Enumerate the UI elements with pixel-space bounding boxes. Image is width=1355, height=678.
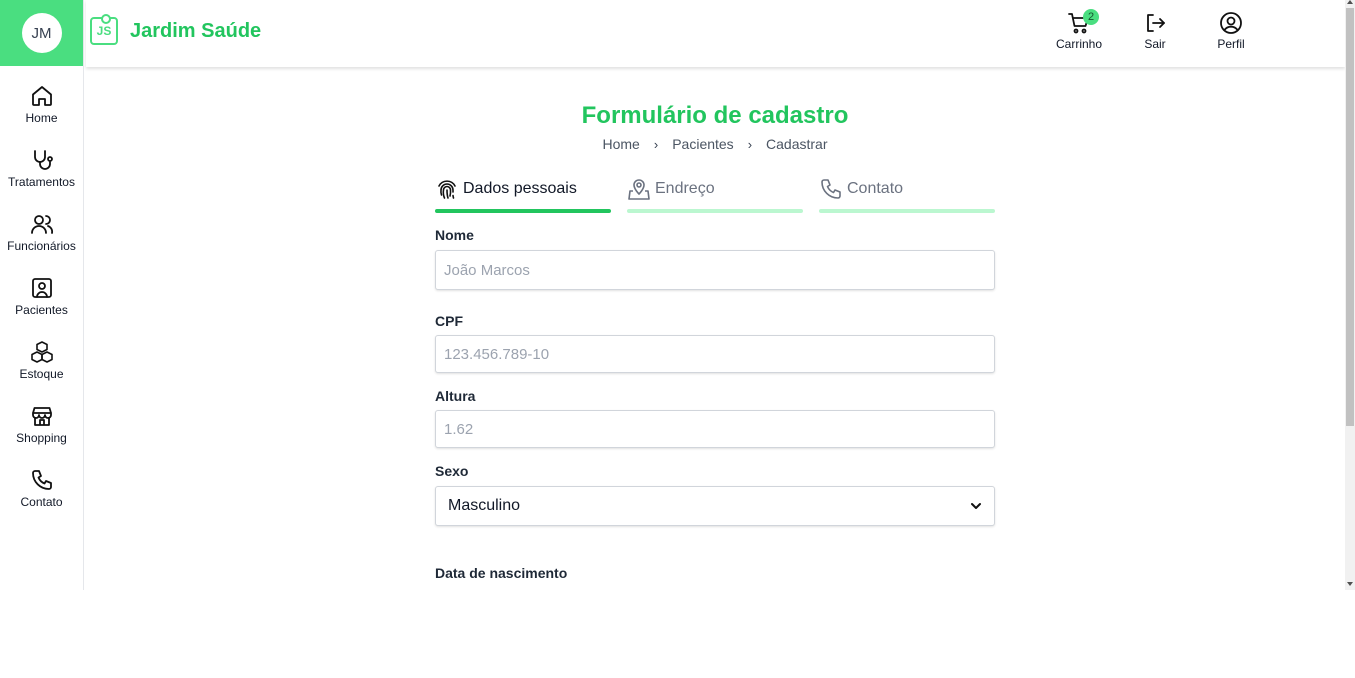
phone-icon xyxy=(821,179,841,199)
tab-label: Endreço xyxy=(655,180,715,197)
breadcrumb-pacientes[interactable]: Pacientes xyxy=(672,136,733,152)
sidebar-item-label: Shopping xyxy=(16,431,67,445)
cpf-input[interactable] xyxy=(435,335,995,373)
profile-label: Perfil xyxy=(1217,37,1245,51)
sidebar-item-home[interactable]: Home xyxy=(0,84,83,148)
chevron-down-icon xyxy=(971,503,981,509)
chevron-right-icon: › xyxy=(747,136,753,152)
patient-icon xyxy=(31,278,52,298)
nascimento-label: Data de nascimento xyxy=(435,565,568,581)
breadcrumb: Home › Pacientes › Cadastrar xyxy=(435,136,995,152)
user-circle-icon xyxy=(1220,12,1242,34)
brand-name: Jardim Saúde xyxy=(130,19,262,42)
sidebar-item-label: Funcionários xyxy=(7,239,76,253)
chevron-right-icon: › xyxy=(653,136,659,152)
stethoscope-icon xyxy=(33,150,53,170)
form-tabs: Dados pessoais Endreço Contato xyxy=(435,176,995,213)
tab-dados-pessoais[interactable]: Dados pessoais xyxy=(435,176,611,213)
breadcrumb-home[interactable]: Home xyxy=(603,136,640,152)
sidebar: JM Home Tratamentos Funcionários Pacient… xyxy=(0,0,84,590)
map-pin-icon xyxy=(628,179,650,200)
top-header: JS Jardim Saúde 2 Carrinho Sair Perfil xyxy=(86,0,1345,67)
sidebar-item-shopping[interactable]: Shopping xyxy=(0,404,83,468)
logout-icon xyxy=(1147,14,1165,32)
sidebar-item-label: Estoque xyxy=(19,367,64,381)
home-icon xyxy=(31,86,52,106)
cart-button[interactable]: 2 Carrinho xyxy=(1041,9,1117,51)
sexo-select[interactable]: Masculino xyxy=(435,486,995,526)
cart-count-badge: 2 xyxy=(1083,9,1099,25)
store-icon xyxy=(31,407,52,426)
tab-indicator xyxy=(819,209,995,213)
tab-label: Contato xyxy=(847,180,904,197)
cpf-label: CPF xyxy=(435,313,463,329)
sexo-label: Sexo xyxy=(435,463,469,479)
sidebar-nav: Home Tratamentos Funcionários Pacientes … xyxy=(0,84,83,532)
page-scrollbar[interactable] xyxy=(1345,0,1355,590)
breadcrumb-cadastrar: Cadastrar xyxy=(766,136,828,152)
tab-label: Dados pessoais xyxy=(463,180,577,197)
header-actions: 2 Carrinho Sair Perfil xyxy=(1041,9,1269,51)
cpf-group: CPF xyxy=(435,313,995,373)
sidebar-header: JM xyxy=(0,0,83,66)
altura-group: Altura xyxy=(435,388,995,448)
sidebar-item-label: Contato xyxy=(20,495,63,509)
cubes-icon xyxy=(30,341,53,363)
profile-button[interactable]: Perfil xyxy=(1193,11,1269,51)
app-root: JM Home Tratamentos Funcionários Pacient… xyxy=(0,0,1345,590)
sidebar-item-pacientes[interactable]: Pacientes xyxy=(0,276,83,340)
tab-endereco[interactable]: Endreço xyxy=(627,176,803,213)
nome-group: Nome xyxy=(435,227,995,290)
sexo-group: Sexo Masculino xyxy=(435,463,995,526)
sidebar-item-funcionarios[interactable]: Funcionários xyxy=(0,212,83,276)
sidebar-item-label: Tratamentos xyxy=(8,175,75,189)
avatar[interactable]: JM xyxy=(21,13,62,53)
altura-input[interactable] xyxy=(435,410,995,448)
scroll-thumb[interactable] xyxy=(1346,8,1354,426)
sidebar-item-label: Home xyxy=(25,111,58,125)
brand-logo: JS xyxy=(90,14,118,45)
altura-label: Altura xyxy=(435,388,476,404)
nascimento-group: Data de nascimento xyxy=(435,565,995,581)
tab-contato[interactable]: Contato xyxy=(819,176,995,213)
cart-label: Carrinho xyxy=(1055,37,1103,51)
sidebar-item-tratamentos[interactable]: Tratamentos xyxy=(0,148,83,212)
tab-indicator xyxy=(627,209,803,213)
sexo-selected-value: Masculino xyxy=(448,497,521,514)
sidebar-item-label: Pacientes xyxy=(15,303,68,317)
scroll-up-arrow-icon[interactable] xyxy=(1347,0,1353,4)
logout-label: Sair xyxy=(1144,37,1166,51)
nome-label: Nome xyxy=(435,227,474,243)
page-title: Formulário de cadastro xyxy=(581,102,849,129)
phone-icon xyxy=(31,470,52,490)
main-content: Formulário de cadastro Home › Pacientes … xyxy=(435,102,995,581)
brand[interactable]: JS Jardim Saúde xyxy=(90,14,262,45)
nome-input[interactable] xyxy=(435,250,995,290)
logout-button[interactable]: Sair xyxy=(1117,11,1193,51)
fingerprint-icon xyxy=(438,180,456,199)
scroll-down-arrow-icon[interactable] xyxy=(1347,582,1353,586)
users-icon xyxy=(30,215,53,234)
sidebar-item-estoque[interactable]: Estoque xyxy=(0,340,83,404)
sidebar-item-contato[interactable]: Contato xyxy=(0,468,83,532)
tab-indicator xyxy=(435,209,611,213)
